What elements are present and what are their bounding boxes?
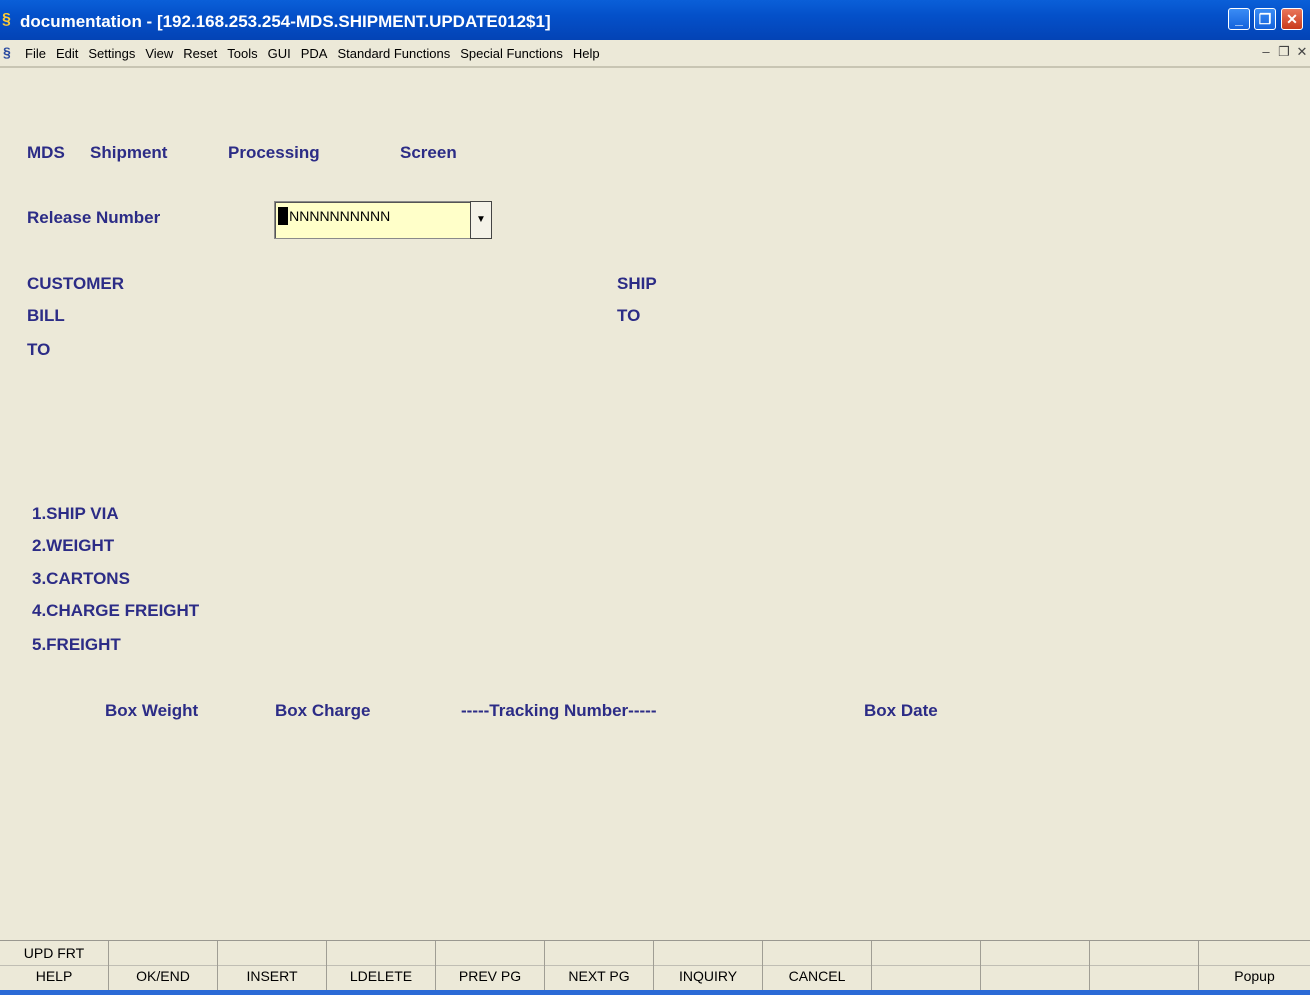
function-key-bar: UPD FRT HELP OK/END INSERT LDELETE PREV … [0,940,1310,995]
customer-label: CUSTOMER [27,274,124,293]
option-cartons: 3.CARTONS [32,569,130,588]
menu-reset[interactable]: Reset [183,46,217,61]
menu-pda[interactable]: PDA [301,46,328,61]
window-title: documentation - [192.168.253.254-MDS.SHI… [20,12,551,31]
screen-title-screen: Screen [400,143,457,162]
menu-items: File Edit Settings View Reset Tools GUI … [25,40,610,66]
menu-help[interactable]: Help [573,46,600,61]
menu-bar: § File Edit Settings View Reset Tools GU… [0,40,1310,68]
document-logo-icon[interactable]: § [3,44,19,64]
fkey-3-bottom: INSERT [246,968,298,984]
fkey-7-bottom: INQUIRY [678,968,738,984]
minimize-icon[interactable]: _ [1228,8,1250,30]
release-number-label: Release Number [27,208,161,227]
menu-file[interactable]: File [25,46,46,61]
fkey-8[interactable]: CANCEL [763,941,872,991]
fkey-5[interactable]: PREV PG [436,941,545,991]
menu-standard-functions[interactable]: Standard Functions [337,46,450,61]
chevron-down-icon: ▼ [476,214,486,225]
menu-tools[interactable]: Tools [227,46,257,61]
screen-title-processing: Processing [228,143,320,162]
fkey-2-bottom: OK/END [136,968,190,984]
fkey-1-bottom: HELP [35,968,73,984]
menu-special-functions[interactable]: Special Functions [460,46,563,61]
fkey-9[interactable] [872,941,981,991]
release-dropdown-button[interactable]: ▼ [470,201,492,239]
menu-settings[interactable]: Settings [88,46,135,61]
ship-label: SHIP [617,274,657,293]
doc-restore-icon[interactable]: ❐ [1278,44,1290,60]
close-icon[interactable]: ✕ [1281,8,1303,30]
fkey-4-bottom: LDELETE [349,968,413,984]
menu-gui[interactable]: GUI [268,46,291,61]
fkey-8-bottom: CANCEL [788,968,846,984]
tracking-number-header: -----Tracking Number----- [461,701,657,720]
fkey-1[interactable]: UPD FRT HELP [0,941,109,991]
taskbar-strip [0,990,1310,995]
fkey-4[interactable]: LDELETE [327,941,436,991]
restore-icon[interactable]: ❐ [1254,8,1276,30]
fkey-12[interactable]: Popup [1199,941,1310,991]
option-weight: 2.WEIGHT [32,536,115,555]
option-ship-via: 1.SHIP VIA [32,504,119,523]
screen-title-shipment: Shipment [90,143,168,162]
box-charge-header: Box Charge [275,701,371,720]
bill-to-label: TO [27,340,51,359]
option-charge-freight: 4.CHARGE FREIGHT [32,601,200,620]
box-date-header: Box Date [864,701,938,720]
document-window-controls: – ❐ ✕ [1260,44,1308,60]
fkey-11[interactable] [1090,941,1199,991]
fkey-7[interactable]: INQUIRY [654,941,763,991]
fkey-6[interactable]: NEXT PG [545,941,654,991]
fkey-12-bottom: Popup [1234,968,1275,984]
doc-minimize-icon[interactable]: – [1260,44,1272,60]
ship-to-label: TO [617,306,641,325]
fkey-2[interactable]: OK/END [109,941,218,991]
app-logo-icon[interactable]: § [2,9,16,31]
fkey-3[interactable]: INSERT [218,941,327,991]
fkey-5-bottom: PREV PG [458,968,522,984]
option-freight: 5.FREIGHT [32,635,121,654]
release-number-input[interactable]: NNNNNNNNNNN [274,201,470,239]
fkey-6-bottom: NEXT PG [568,968,630,984]
bill-label: BILL [27,306,65,325]
window-title-bar[interactable]: § documentation - [192.168.253.254-MDS.S… [0,0,1310,40]
box-weight-header: Box Weight [105,701,199,720]
fkey-1-top: UPD FRT [23,945,85,961]
fkey-10[interactable] [981,941,1090,991]
menu-edit[interactable]: Edit [56,46,78,61]
release-number-value: NNNNNNNNNNN [279,208,391,224]
doc-close-icon[interactable]: ✕ [1296,44,1308,60]
screen-title-mds: MDS [27,143,65,162]
menu-view[interactable]: View [145,46,173,61]
